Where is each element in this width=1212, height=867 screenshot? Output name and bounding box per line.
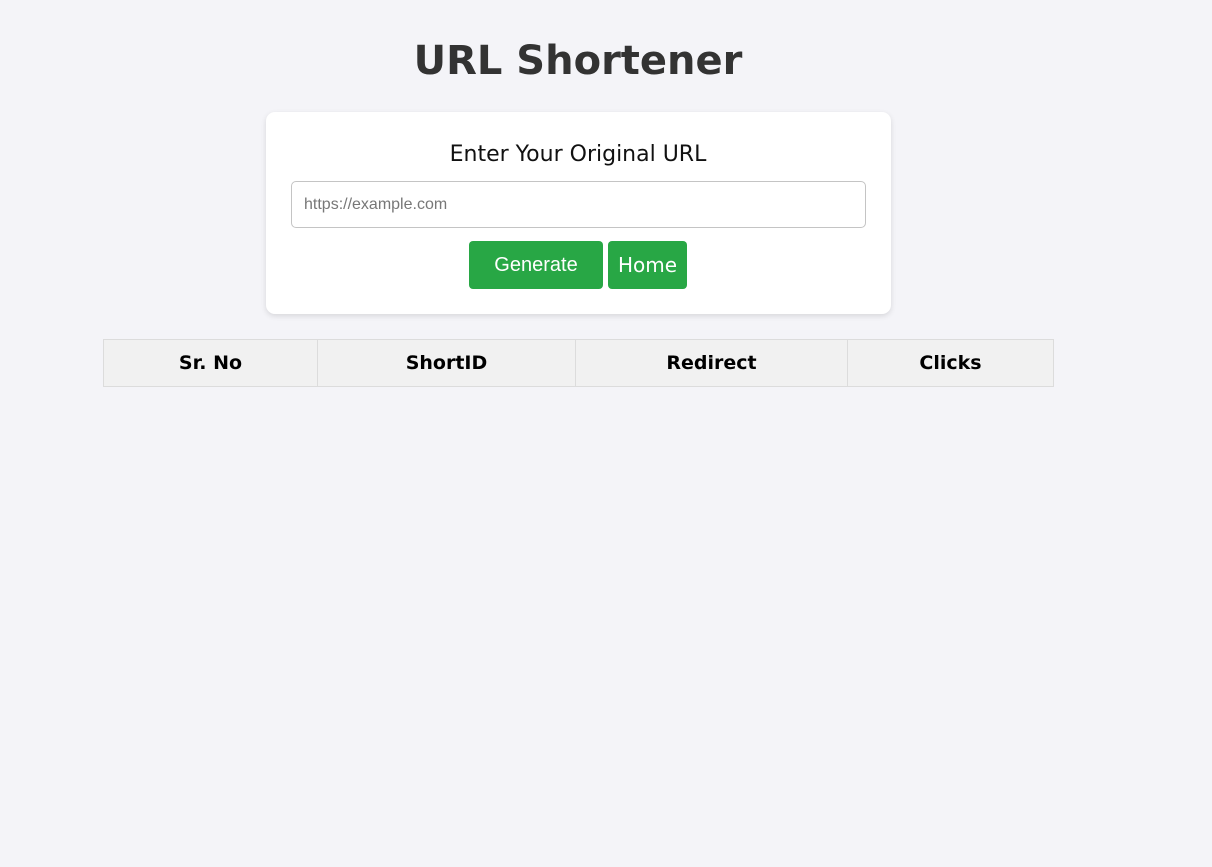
urls-table: Sr. No ShortID Redirect Clicks — [103, 339, 1054, 387]
column-header-clicks: Clicks — [847, 339, 1054, 387]
column-header-redirect: Redirect — [575, 339, 848, 387]
page-title: URL Shortener — [413, 38, 743, 84]
column-header-sr-no: Sr. No — [103, 339, 318, 387]
url-input[interactable] — [291, 181, 866, 228]
generate-button[interactable]: Generate — [469, 241, 603, 289]
url-field-label: Enter Your Original URL — [449, 142, 707, 167]
column-header-short-id: ShortID — [317, 339, 576, 387]
home-button[interactable]: Home — [608, 241, 687, 289]
table-header-row: Sr. No ShortID Redirect Clicks — [103, 339, 1054, 387]
